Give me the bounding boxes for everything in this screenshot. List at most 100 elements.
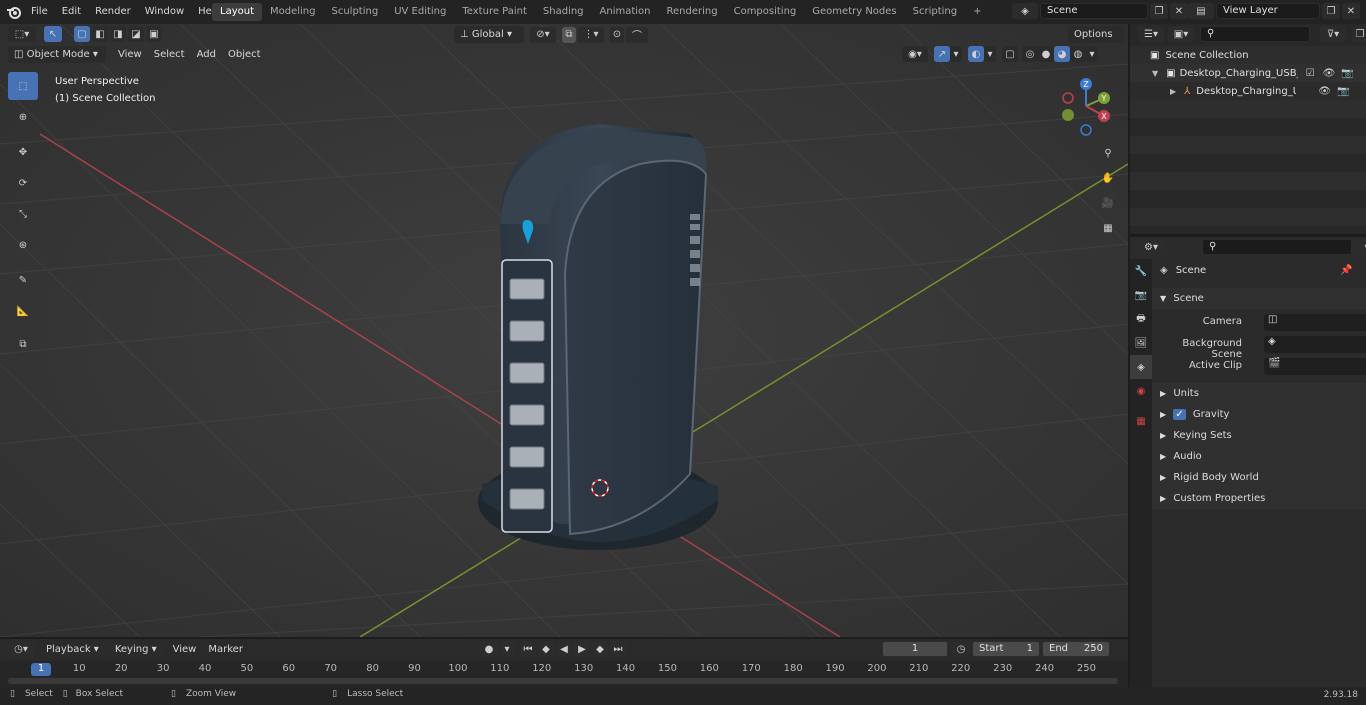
shading-dropdown-icon[interactable]: ▾ [1086,46,1098,62]
select-tool-icon[interactable]: ↖ [44,26,62,42]
jump-start-icon[interactable]: ⏮ [520,641,536,657]
rotate-tool-icon[interactable]: ⟳ [8,169,38,197]
new-collection-icon[interactable]: ❐ [1352,26,1366,42]
xray-toggle-icon[interactable]: ▢ [1002,46,1018,62]
orientation-dropdown[interactable]: ⊥ Global ▾ [454,26,524,43]
tab-sculpting[interactable]: Sculpting [324,3,387,21]
new-view-layer-icon[interactable]: ❐ [1322,3,1340,19]
add-workspace-icon[interactable]: + [965,3,989,21]
outliner-item-hub-object[interactable]: ▶ ⅄ Desktop_Charging_USB_ 👁 📷 [1170,84,1366,98]
menu-add[interactable]: Add [191,46,222,63]
view-layer-selector-icon[interactable]: ▤ [1188,3,1214,19]
expand-arrow-icon[interactable]: ▼ [1152,69,1158,78]
solid-shading-icon[interactable]: ● [1038,46,1054,62]
audio-panel-header[interactable]: ▶ Audio [1152,446,1366,467]
texture-tab-icon[interactable]: ▦ [1130,409,1152,433]
properties-editor-type-icon[interactable]: ⚙▾ [1138,239,1164,255]
marker-menu[interactable]: Marker [202,641,249,658]
pin-icon[interactable]: 📌 [1340,265,1352,276]
tab-animation[interactable]: Animation [592,3,659,21]
select-extend-icon[interactable]: ◧ [92,26,108,42]
transform-tool-icon[interactable]: ⊛ [8,231,38,259]
menu-render[interactable]: Render [88,0,138,24]
visibility-filter-icon[interactable]: ◉▾ [902,46,928,62]
snap-target-icon[interactable]: ⋮▾ [578,26,604,43]
end-frame-field[interactable]: End 250 [1042,641,1110,657]
menu-file[interactable]: File [24,0,55,24]
cursor-tool-icon[interactable]: ⊕ [8,103,38,131]
annotate-tool-icon[interactable]: ✎ [8,266,38,294]
camera-icon[interactable]: 📷 [1341,68,1353,79]
checkbox-icon[interactable]: ☑ [1306,68,1315,79]
menu-window[interactable]: Window [138,0,191,24]
tab-rendering[interactable]: Rendering [659,3,726,21]
new-scene-icon[interactable]: ❐ [1150,3,1168,19]
start-frame-field[interactable]: Start 1 [972,641,1040,657]
clock-icon[interactable]: ◷ [952,641,970,657]
scene-name-field[interactable]: Scene [1040,3,1148,19]
3d-viewport[interactable]: ⬚▾ ↖ ▢ ◧ ◨ ◪ ▣ ⊥ Global ▾ ⊘▾ ⧉ ⋮▾ ⊙ ⌒ Op… [0,24,1128,637]
select-invert-icon[interactable]: ◪ [128,26,144,42]
wireframe-shading-icon[interactable]: ◎ [1022,46,1038,62]
expand-arrow-icon[interactable]: ▶ [1170,87,1176,96]
custom-properties-panel-header[interactable]: ▶ Custom Properties [1152,488,1366,509]
keying-menu[interactable]: Keying ▾ [108,641,163,658]
options-dropdown[interactable]: Options ▾ [1068,26,1124,57]
tab-shading[interactable]: Shading [535,3,592,21]
menu-select[interactable]: Select [148,46,191,63]
pan-view-icon[interactable]: ✋ [1097,167,1119,189]
snap-toggle-icon[interactable]: ⧉ [562,26,576,43]
editor-type-icon[interactable]: ⬚▾ [8,26,36,42]
ortho-toggle-icon[interactable]: ▦ [1097,217,1119,239]
properties-options-icon[interactable]: ▾ [1358,239,1366,255]
zoom-view-icon[interactable]: ⚲ [1097,142,1119,164]
rigid-body-world-panel-header[interactable]: ▶ Rigid Body World [1152,467,1366,488]
eye-icon[interactable]: 👁 [1318,86,1331,97]
jump-end-icon[interactable]: ⏭ [610,641,626,657]
auto-key-dropdown-icon[interactable]: ▾ [500,641,514,657]
camera-icon[interactable]: 📷 [1337,86,1349,97]
timeline-editor-type-icon[interactable]: ◷▾ [8,641,34,658]
gravity-checkbox[interactable]: ✓ [1173,409,1186,420]
menu-view[interactable]: View [112,46,148,63]
outliner-item-hub-collection[interactable]: ▼ ▣ Desktop_Charging_USB_Hub_ ☑ 👁 📷 [1152,66,1366,80]
current-frame-field[interactable]: 1 [882,641,948,657]
delete-scene-icon[interactable]: ✕ [1170,3,1188,19]
tab-geometry-nodes[interactable]: Geometry Nodes [804,3,904,21]
falloff-icon[interactable]: ⌒ [626,26,648,43]
material-shading-icon[interactable]: ◕ [1054,46,1070,62]
keying-sets-panel-header[interactable]: ▶ Keying Sets [1152,425,1366,446]
play-icon[interactable]: ▶ [574,641,590,657]
blender-logo-icon[interactable] [6,4,22,23]
outliner-search-input[interactable]: ⚲ [1200,26,1310,42]
tool-tab-icon[interactable]: 🔧 [1130,259,1152,283]
menu-object[interactable]: Object [222,46,267,63]
move-tool-icon[interactable]: ✥ [8,138,38,166]
scene-collection-row[interactable]: ▣ Scene Collection [1150,48,1249,62]
scale-tool-icon[interactable]: ⤡ [8,200,38,228]
scene-selector-icon[interactable]: ◈ [1012,3,1038,19]
pivot-point-icon[interactable]: ⊘▾ [530,26,556,43]
tab-modeling[interactable]: Modeling [262,3,324,21]
gravity-panel-header[interactable]: ▶ ✓ Gravity [1152,404,1366,425]
view-layer-field[interactable]: View Layer [1216,3,1320,19]
select-intersect-icon[interactable]: ▣ [146,26,162,42]
next-keyframe-icon[interactable]: ◆ [592,641,608,657]
timeline-ruler[interactable]: 1 10 20 30 40 50 60 70 80 90 100 110 120 130 140 150 160… [0,661,1128,687]
background-scene-field[interactable]: ◈ [1264,336,1366,353]
select-subtract-icon[interactable]: ◨ [110,26,126,42]
select-box-tool-icon[interactable]: ⬚ [8,72,38,100]
camera-field[interactable]: ◫✎ [1264,314,1366,331]
display-mode-icon[interactable]: ▣▾ [1168,26,1194,42]
timeline-view-menu[interactable]: View [167,641,203,658]
overlays-toggle-icon[interactable]: ◐ [968,46,984,62]
units-panel-header[interactable]: ▶ Units [1152,383,1366,404]
add-cube-tool-icon[interactable]: ⧉ [8,330,38,358]
delete-view-layer-icon[interactable]: ✕ [1342,3,1360,19]
navigation-gizmo[interactable]: Z Y X [1054,74,1118,138]
play-reverse-icon[interactable]: ◀ [556,641,572,657]
mode-dropdown[interactable]: ◫ Object Mode ▾ [8,46,106,63]
world-tab-icon[interactable]: ◉ [1130,379,1152,403]
scene-panel-header[interactable]: ▼ Scene [1152,288,1366,309]
active-clip-field[interactable]: 🎬 [1264,358,1366,375]
